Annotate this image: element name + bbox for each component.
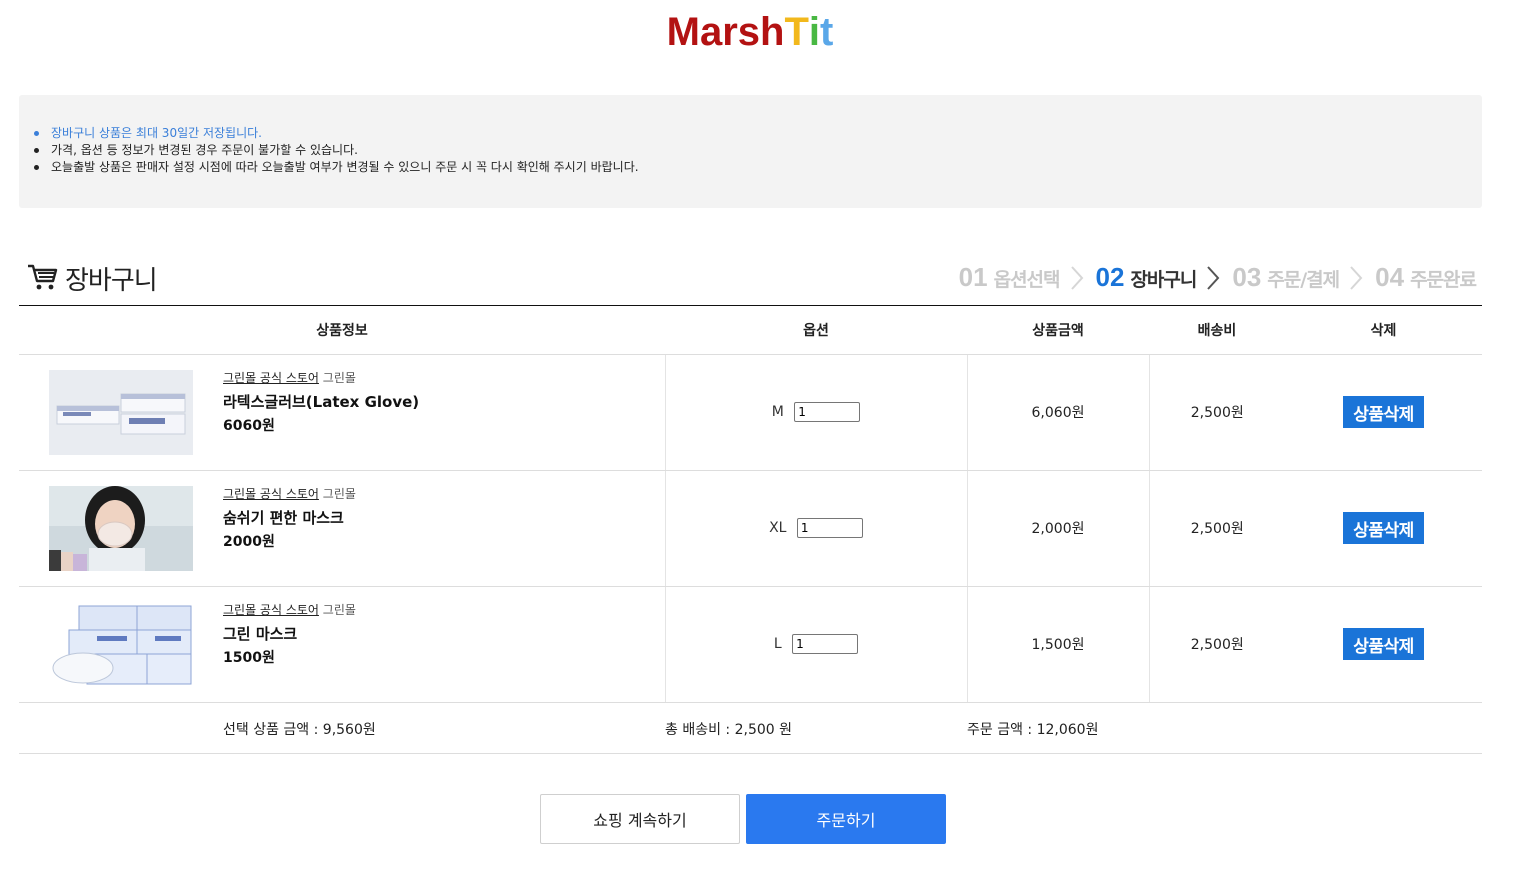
notice-item: 장바구니 상품은 최대 30일간 저장됩니다.: [34, 125, 1482, 142]
step-number: 02: [1095, 262, 1125, 292]
order-button[interactable]: 주문하기: [746, 794, 946, 844]
amount-cell: 6,060원: [966, 354, 1149, 471]
total-shipping: 총 배송비 : 2,500 원: [665, 722, 792, 738]
shipping-cell: 2,500원: [1148, 354, 1285, 471]
option-cell: XL: [664, 470, 967, 587]
logo-letter: M: [666, 10, 700, 54]
cart-table: 상품정보 옵션 상품금액 배송비 삭제 그린몰 공식 스토어 그린몰 라텍스글러…: [19, 306, 1482, 703]
step-label: 주문완료: [1410, 269, 1477, 291]
cart-icon: [27, 263, 59, 295]
quantity-input[interactable]: [794, 402, 861, 422]
amount-cell: 1,500원: [966, 586, 1149, 703]
logo-letter: T: [784, 10, 809, 54]
option-cell: M: [664, 354, 967, 471]
page-title: 장바구니: [65, 266, 158, 296]
chevron-right-icon: [1070, 265, 1083, 290]
store-line: 그린몰 공식 스토어 그린몰: [223, 369, 419, 386]
step-cart: 02 장바구니: [1095, 262, 1198, 293]
brand-name: 그린몰: [322, 370, 356, 385]
table-row: 그린몰 공식 스토어 그린몰 라텍스글러브(Latex Glove) 6060원…: [19, 354, 1482, 471]
step-option: 01 옵션선택: [958, 262, 1061, 293]
quantity-input[interactable]: [792, 634, 859, 654]
store-line: 그린몰 공식 스토어 그린몰: [223, 485, 356, 502]
amount-cell: 2,000원: [966, 470, 1149, 587]
delete-cell: 상품삭제: [1285, 586, 1482, 703]
product-text: 그린몰 공식 스토어 그린몰 그린 마스크 1500원: [223, 601, 356, 667]
column-header-delete: 삭제: [1285, 306, 1482, 355]
step-number: 03: [1232, 262, 1262, 292]
product-thumbnail[interactable]: [49, 369, 193, 455]
notice-item: 오늘출발 상품은 판매자 설정 시점에 따라 오늘출발 여부가 변경될 수 있으…: [34, 159, 1482, 176]
chevron-right-icon: [1350, 265, 1363, 290]
column-header-shipping: 배송비: [1149, 306, 1285, 355]
order-summary: 선택 상품 금액 : 9,560원 총 배송비 : 2,500 원 주문 금액 …: [19, 703, 1482, 754]
delete-cell: 상품삭제: [1285, 470, 1482, 587]
selected-amount: 선택 상품 금액 : 9,560원: [223, 722, 376, 738]
option-size: XL: [769, 520, 787, 536]
notice-list: 장바구니 상품은 최대 30일간 저장됩니다. 가격, 옵션 등 정보가 변경된…: [34, 125, 1482, 176]
cart-title-group: 장바구니: [27, 260, 158, 297]
product-thumbnail[interactable]: [49, 601, 193, 687]
step-number: 04: [1375, 262, 1405, 292]
brand-name: 그린몰: [322, 486, 356, 501]
store-link[interactable]: 그린몰 공식 스토어: [223, 603, 319, 617]
store-line: 그린몰 공식 스토어 그린몰: [223, 601, 356, 618]
product-name[interactable]: 숨쉬기 편한 마스크: [223, 507, 356, 528]
product-text: 그린몰 공식 스토어 그린몰 숨쉬기 편한 마스크 2000원: [223, 485, 356, 551]
step-complete: 04 주문완료: [1375, 262, 1477, 293]
product-price: 6060원: [223, 417, 275, 434]
product-price: 2000원: [223, 533, 275, 550]
step-checkout: 03 주문/결제: [1232, 262, 1340, 293]
product-name[interactable]: 그린 마스크: [223, 623, 356, 644]
logo-letter: h: [760, 10, 785, 54]
product-text: 그린몰 공식 스토어 그린몰 라텍스글러브(Latex Glove) 6060원: [223, 369, 419, 435]
product-info-cell: 그린몰 공식 스토어 그린몰 라텍스글러브(Latex Glove) 6060원: [19, 354, 665, 471]
option-size: L: [773, 636, 782, 652]
delete-cell: 상품삭제: [1285, 354, 1482, 471]
logo-letter: t: [820, 10, 834, 54]
quantity-input[interactable]: [796, 518, 863, 538]
logo-letter: i: [808, 10, 821, 54]
logo-letter: r: [722, 10, 738, 54]
column-header-option: 옵션: [665, 306, 967, 355]
cart-notice-box: 장바구니 상품은 최대 30일간 저장됩니다. 가격, 옵션 등 정보가 변경된…: [19, 95, 1482, 208]
product-price: 1500원: [223, 649, 275, 666]
column-header-price: 상품금액: [967, 306, 1149, 355]
chevron-right-icon: [1207, 265, 1220, 290]
store-link[interactable]: 그린몰 공식 스토어: [223, 487, 319, 501]
site-logo[interactable]: MarshTit: [0, 10, 1500, 55]
continue-shopping-button[interactable]: 쇼핑 계속하기: [540, 794, 740, 844]
step-label: 옵션선택: [993, 269, 1061, 291]
product-thumbnail[interactable]: [49, 485, 193, 571]
brand-name: 그린몰: [322, 602, 356, 617]
column-header-info: 상품정보: [19, 306, 665, 355]
product-info-cell: 그린몰 공식 스토어 그린몰 그린 마스크 1500원: [19, 586, 665, 703]
order-steps: 01 옵션선택 02 장바구니 03 주문/결제 04 주문완료: [955, 262, 1477, 293]
option-cell: L: [664, 586, 967, 703]
table-row: 그린몰 공식 스토어 그린몰 숨쉬기 편한 마스크 2000원 XL 2,000…: [19, 470, 1482, 587]
step-label: 주문/결제: [1267, 269, 1340, 291]
shipping-cell: 2,500원: [1148, 470, 1285, 587]
table-row: 그린몰 공식 스토어 그린몰 그린 마스크 1500원 L 1,500원 2,5…: [19, 586, 1482, 703]
product-info-cell: 그린몰 공식 스토어 그린몰 숨쉬기 편한 마스크 2000원: [19, 470, 665, 587]
option-size: M: [771, 404, 784, 420]
logo-letter: a: [699, 10, 723, 54]
delete-item-button[interactable]: 상품삭제: [1343, 396, 1424, 428]
table-header-row: 상품정보 옵션 상품금액 배송비 삭제: [19, 306, 1482, 355]
notice-item: 가격, 옵션 등 정보가 변경된 경우 주문이 불가할 수 있습니다.: [34, 142, 1482, 159]
delete-item-button[interactable]: 상품삭제: [1343, 628, 1424, 660]
delete-item-button[interactable]: 상품삭제: [1343, 512, 1424, 544]
step-label: 장바구니: [1130, 269, 1197, 291]
cart-header: 장바구니 01 옵션선택 02 장바구니 03 주문/결제 04 주문완료: [19, 250, 1482, 306]
shipping-cell: 2,500원: [1148, 586, 1285, 703]
store-link[interactable]: 그린몰 공식 스토어: [223, 371, 319, 385]
product-name[interactable]: 라텍스글러브(Latex Glove): [223, 391, 419, 412]
logo-letter: s: [737, 10, 761, 54]
order-total: 주문 금액 : 12,060원: [967, 722, 1099, 738]
step-number: 01: [958, 262, 988, 292]
